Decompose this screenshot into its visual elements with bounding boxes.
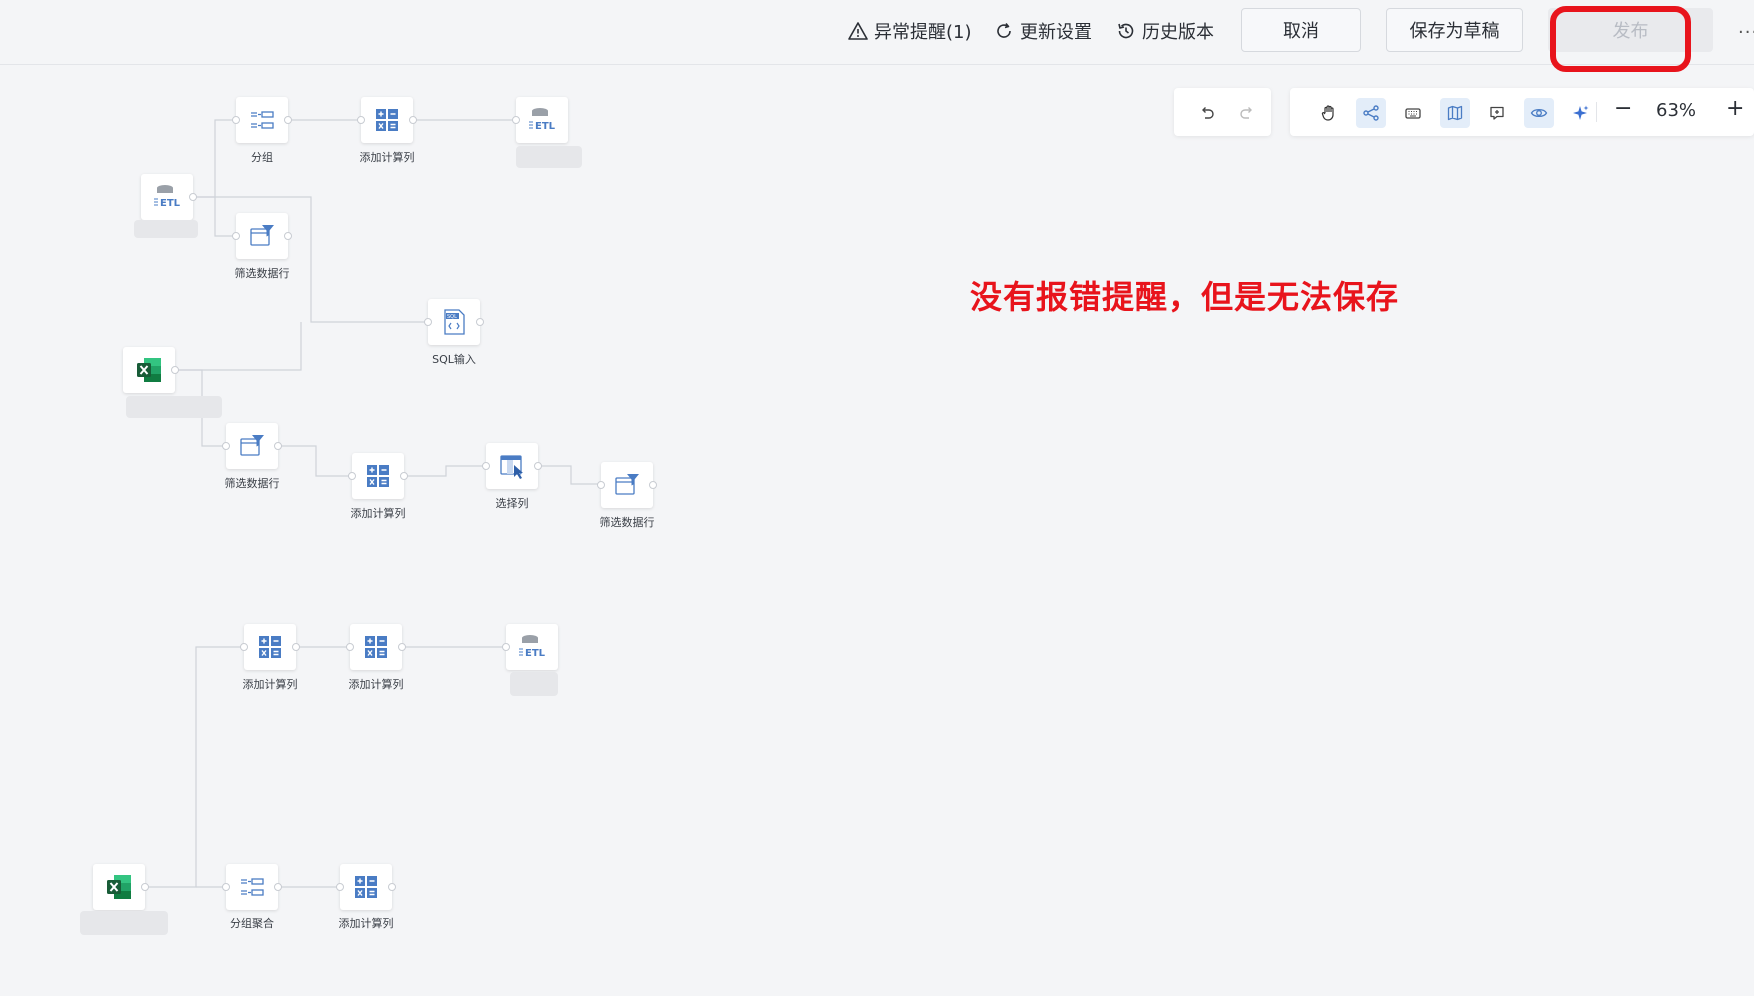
output-port[interactable] [398,643,406,651]
node-label: 添加计算列 [338,917,394,930]
filter-rows-node[interactable] [222,423,282,469]
excel-icon [107,875,131,899]
output-port[interactable] [274,883,282,891]
add-calc-column-node[interactable] [336,864,396,910]
output-port[interactable] [649,481,657,489]
etl-output-node[interactable]: ETL [512,97,568,143]
filter-icon [615,474,639,495]
redacted-label [126,396,222,418]
input-port[interactable] [597,481,605,489]
calculator-icon [376,109,398,131]
output-port[interactable] [400,472,408,480]
filter-icon [250,225,274,246]
input-port[interactable] [222,442,230,450]
output-port[interactable] [141,883,149,891]
node-label: 添加计算列 [350,507,406,520]
group-icon [251,111,274,129]
input-port[interactable] [348,472,356,480]
etl-icon: ETL [154,185,181,209]
node-label: SQL输入 [432,353,476,366]
redacted-label [516,146,582,168]
edge [540,465,601,485]
node-label: 筛选数据行 [599,516,655,529]
etl-icon: ETL [519,635,546,659]
input-port[interactable] [424,318,432,326]
output-port[interactable] [189,193,197,201]
redacted-label [80,911,168,935]
excel-source-node[interactable] [93,864,149,910]
calculator-icon [355,876,377,898]
select-column-icon [500,455,523,479]
input-port[interactable] [222,883,230,891]
filter-rows-node[interactable] [232,213,292,259]
redacted-label [134,220,198,238]
etl-output-node[interactable]: ETL [502,624,558,670]
add-calc-column-node[interactable] [357,97,417,143]
output-port[interactable] [534,462,542,470]
edge [147,646,244,888]
svg-text:SQL: SQL [447,314,457,320]
select-columns-node[interactable] [482,443,542,489]
output-port[interactable] [388,883,396,891]
calculator-icon [365,636,387,658]
input-port[interactable] [482,462,490,470]
node-label: 添加计算列 [359,151,415,164]
node-label: 选择列 [495,497,529,510]
edge [406,465,486,477]
node-label: 分组聚合 [230,917,274,930]
edge [214,197,236,237]
calculator-icon [259,636,281,658]
node-label: 添加计算列 [242,678,298,691]
output-port[interactable] [292,643,300,651]
input-port[interactable] [336,883,344,891]
edge [280,445,352,477]
etl-icon: ETL [529,108,556,132]
filter-icon [240,435,264,456]
excel-source-node[interactable] [123,347,179,393]
node-label: 筛选数据行 [234,267,290,280]
group-node[interactable] [232,97,292,143]
node-label: 筛选数据行 [224,477,280,490]
group-aggregate-node[interactable] [222,864,282,910]
sql-input-node[interactable]: SQL [424,299,484,345]
svg-text:ETL: ETL [525,648,546,659]
output-port[interactable] [171,366,179,374]
input-port[interactable] [346,643,354,651]
input-port[interactable] [512,116,520,124]
node-label: 分组 [251,151,273,164]
output-port[interactable] [476,318,484,326]
add-calc-column-node[interactable] [346,624,406,670]
edge [195,119,236,198]
sql-icon: SQL [444,309,465,335]
output-port[interactable] [284,232,292,240]
filter-rows-node[interactable] [597,462,657,508]
add-calc-column-node[interactable] [240,624,300,670]
excel-icon [137,358,161,382]
input-port[interactable] [240,643,248,651]
group-icon [241,878,264,896]
node-label: 添加计算列 [348,678,404,691]
input-port[interactable] [502,643,510,651]
etl-source-node[interactable]: ETL [141,174,197,220]
input-port[interactable] [232,116,240,124]
output-port[interactable] [284,116,292,124]
svg-text:ETL: ETL [160,198,181,209]
calculator-icon [367,465,389,487]
edge [175,322,302,371]
input-port[interactable] [357,116,365,124]
add-calc-column-node[interactable] [348,453,408,499]
input-port[interactable] [232,232,240,240]
output-port[interactable] [274,442,282,450]
redacted-label [510,672,558,696]
edge [195,196,428,323]
output-port[interactable] [409,116,417,124]
svg-text:ETL: ETL [535,121,556,132]
